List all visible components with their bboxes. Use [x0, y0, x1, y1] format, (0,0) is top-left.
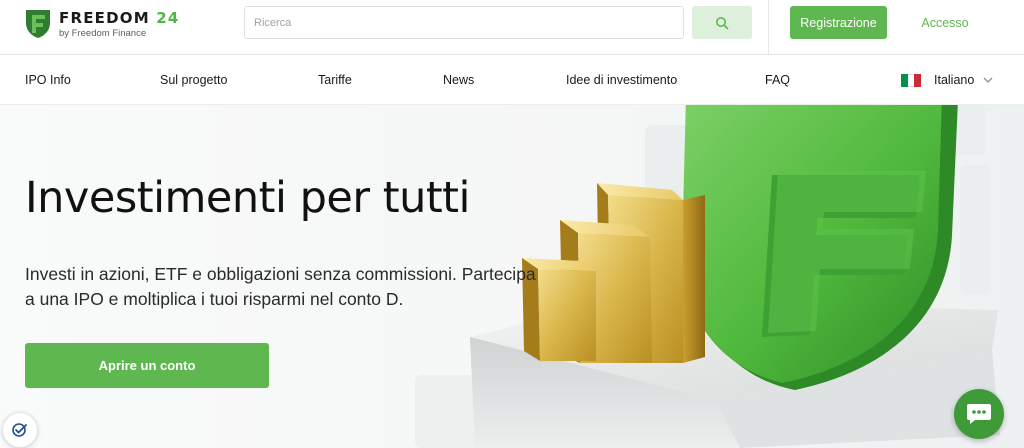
header-divider	[768, 0, 769, 55]
cookie-consent-icon	[12, 423, 27, 437]
shield-logo-icon	[26, 10, 50, 38]
nav-item-tariffe[interactable]: Tariffe	[318, 55, 352, 105]
open-account-button[interactable]: Aprire un conto	[25, 343, 269, 388]
language-selector[interactable]: Italiano	[901, 55, 1001, 105]
hero-section: Investimenti per tutti Investi in azioni…	[0, 105, 1024, 448]
search-icon	[716, 16, 729, 29]
main-nav: IPO Info Sul progetto Tariffe News Idee …	[0, 55, 1024, 105]
brand-name: FREEDOM 24	[59, 9, 180, 27]
language-label: Italiano	[934, 73, 975, 87]
search-button[interactable]	[692, 6, 752, 39]
chat-button[interactable]	[954, 389, 1004, 439]
register-button[interactable]: Registrazione	[790, 6, 887, 39]
nav-item-ipo-info[interactable]: IPO Info	[25, 55, 71, 105]
chat-bubble-icon	[967, 404, 991, 424]
nav-item-news[interactable]: News	[443, 55, 474, 105]
brand-name-text: FREEDOM	[59, 9, 150, 27]
chevron-down-icon	[983, 77, 993, 83]
nav-item-idee-di-investimento[interactable]: Idee di investimento	[566, 55, 677, 105]
top-bar: FREEDOM 24 by Freedom Finance Registrazi…	[0, 0, 1024, 55]
hero-subtitle: Investi in azioni, ETF e obbligazioni se…	[25, 264, 536, 309]
hero-title: Investimenti per tutti	[25, 173, 471, 223]
nav-item-faq[interactable]: FAQ	[765, 55, 790, 105]
search-input[interactable]	[244, 6, 684, 39]
login-link[interactable]: Accesso	[910, 6, 980, 39]
nav-item-sul-progetto[interactable]: Sul progetto	[160, 55, 227, 105]
cookie-consent-badge[interactable]	[2, 412, 38, 448]
brand-number: 24	[156, 9, 180, 27]
brand-subtitle: by Freedom Finance	[59, 28, 147, 39]
brand-logo[interactable]: FREEDOM 24 by Freedom Finance	[25, 7, 200, 43]
italy-flag-icon	[901, 73, 922, 87]
